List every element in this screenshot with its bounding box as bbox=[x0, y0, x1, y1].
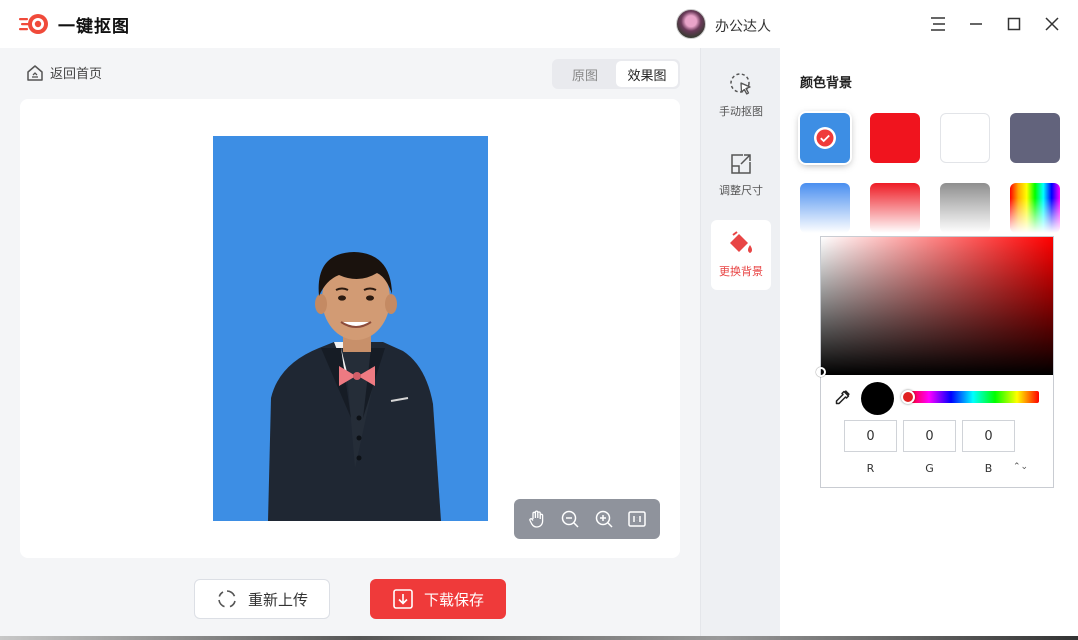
resize-icon bbox=[731, 154, 751, 174]
fit-icon bbox=[628, 511, 646, 527]
paint-bucket-icon bbox=[730, 231, 752, 253]
username[interactable]: 办公达人 bbox=[715, 16, 771, 36]
app-title: 一键抠图 bbox=[58, 17, 130, 37]
zoom-in-icon bbox=[595, 510, 613, 528]
color-picker: R G B ⌃⌄ bbox=[816, 236, 1054, 488]
hamburger-icon bbox=[931, 17, 945, 31]
tool-sidebar: 手动抠图 调整尺寸 更换背景 bbox=[700, 48, 780, 640]
green-label: G bbox=[925, 462, 934, 475]
zoom-out-button[interactable] bbox=[557, 506, 583, 532]
home-icon bbox=[27, 64, 43, 81]
zoom-out-icon bbox=[562, 510, 579, 528]
tab-result[interactable]: 效果图 bbox=[616, 61, 678, 87]
person-illustration bbox=[268, 252, 441, 521]
close-icon bbox=[1045, 17, 1059, 31]
zoom-in-button[interactable] bbox=[591, 506, 617, 532]
taskbar-edge bbox=[0, 636, 1078, 640]
check-icon bbox=[814, 127, 836, 149]
tool-resize[interactable]: 调整尺寸 bbox=[711, 140, 771, 210]
maximize-icon bbox=[1007, 17, 1021, 31]
tool-label: 更换背景 bbox=[719, 265, 763, 278]
download-label: 下载保存 bbox=[423, 590, 484, 609]
tool-manual-cutout[interactable]: 手动抠图 bbox=[711, 60, 771, 130]
result-photo bbox=[213, 136, 488, 521]
avatar[interactable] bbox=[676, 9, 706, 39]
hue-slider[interactable] bbox=[901, 390, 1039, 404]
tool-change-background[interactable]: 更换背景 bbox=[711, 220, 771, 290]
cursor-select-icon bbox=[730, 73, 751, 95]
eyedropper-icon[interactable] bbox=[833, 389, 851, 407]
swatch-red[interactable] bbox=[870, 113, 920, 163]
color-mode-toggle[interactable]: ⌃⌄ bbox=[1013, 462, 1028, 472]
swatch-gradient-rainbow[interactable] bbox=[1010, 183, 1060, 233]
saturation-value-area[interactable] bbox=[816, 237, 1053, 377]
close-button[interactable] bbox=[1040, 12, 1064, 36]
swatch-gradient-gray[interactable] bbox=[940, 183, 990, 233]
minimize-button[interactable] bbox=[964, 12, 988, 36]
swatch-gradient-blue[interactable] bbox=[800, 183, 850, 233]
app-logo-icon bbox=[19, 14, 48, 34]
tool-label: 调整尺寸 bbox=[719, 184, 763, 197]
view-toggle: 原图 效果图 bbox=[552, 59, 680, 89]
background-panel: 颜色背景 R G B ⌃⌄ bbox=[780, 48, 1078, 640]
download-icon bbox=[393, 589, 413, 609]
work-area: 返回首页 原图 效果图 重新上传 下载保存 bbox=[0, 48, 700, 640]
swatch-gradient-red[interactable] bbox=[870, 183, 920, 233]
back-home-button[interactable]: 返回首页 bbox=[26, 63, 102, 82]
tab-original[interactable]: 原图 bbox=[554, 61, 616, 87]
hand-icon bbox=[529, 510, 543, 528]
swatch-blue[interactable] bbox=[800, 113, 850, 163]
minimize-icon bbox=[970, 23, 982, 25]
reupload-label: 重新上传 bbox=[247, 590, 308, 609]
swatch-white[interactable] bbox=[940, 113, 990, 163]
pan-button[interactable] bbox=[524, 506, 550, 532]
panel-title: 颜色背景 bbox=[800, 76, 853, 91]
blue-label: B bbox=[984, 462, 993, 475]
canvas-card bbox=[20, 99, 680, 558]
current-color-preview bbox=[861, 382, 894, 415]
green-input[interactable] bbox=[903, 420, 956, 452]
blue-input[interactable] bbox=[962, 420, 1015, 452]
red-label: R bbox=[866, 462, 875, 475]
refresh-icon bbox=[218, 590, 236, 608]
red-input[interactable] bbox=[844, 420, 897, 452]
reupload-button[interactable]: 重新上传 bbox=[194, 579, 330, 619]
menu-button[interactable] bbox=[926, 12, 950, 36]
maximize-button[interactable] bbox=[1002, 12, 1026, 36]
download-button[interactable]: 下载保存 bbox=[370, 579, 506, 619]
fit-button[interactable] bbox=[624, 506, 650, 532]
title-bar: 一键抠图 办公达人 bbox=[0, 0, 1078, 48]
back-home-label: 返回首页 bbox=[50, 67, 103, 82]
color-cursor[interactable] bbox=[816, 367, 826, 377]
zoom-toolbar bbox=[514, 499, 660, 539]
swatch-slate[interactable] bbox=[1010, 113, 1060, 163]
hue-slider-handle[interactable] bbox=[901, 390, 915, 404]
tool-label: 手动抠图 bbox=[719, 105, 763, 118]
